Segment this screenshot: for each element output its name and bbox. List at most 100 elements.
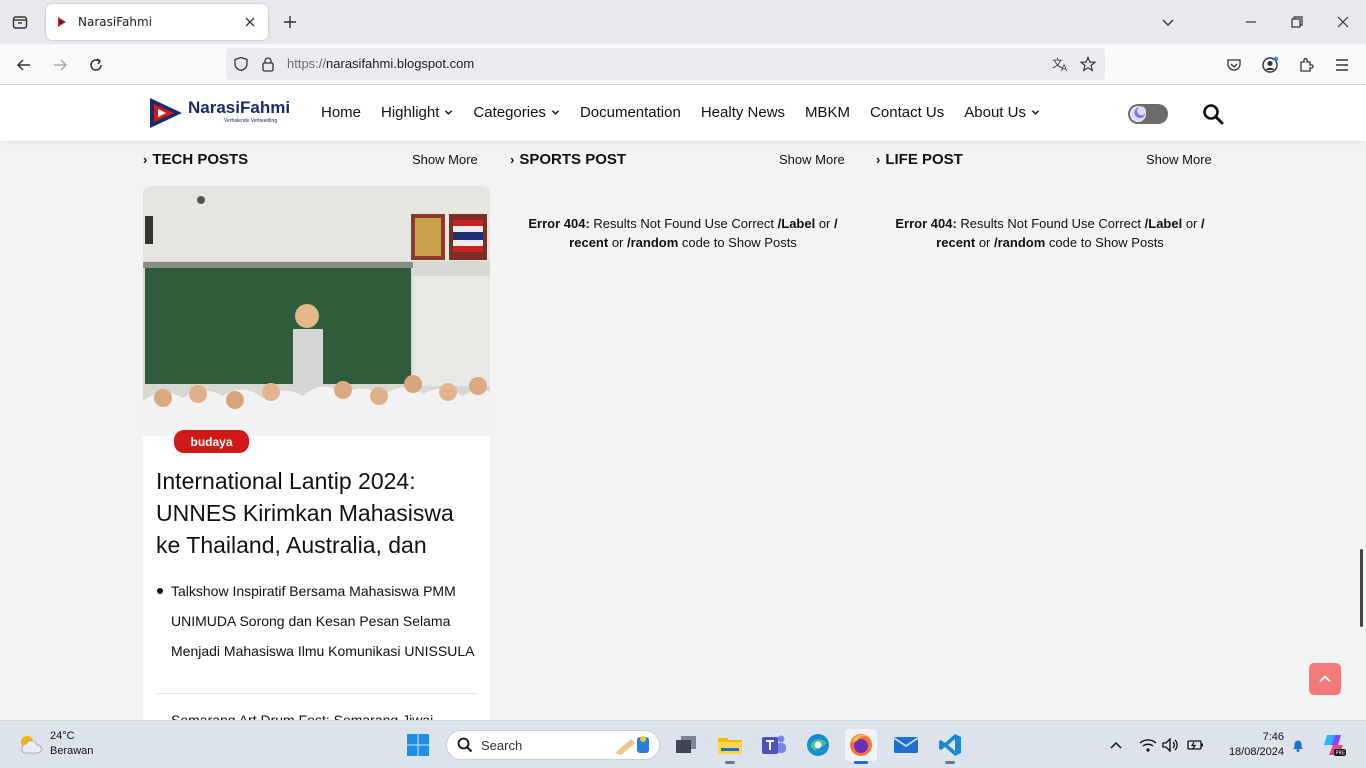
- translate-icon[interactable]: 文A: [1052, 55, 1070, 73]
- svg-text:A: A: [1061, 64, 1068, 72]
- clock-time: 7:46: [1262, 731, 1284, 743]
- show-hidden-icons[interactable]: [1106, 735, 1126, 755]
- volume-icon[interactable]: [1160, 735, 1180, 755]
- brand-name: NarasiFahmi: [188, 98, 291, 117]
- chevron-up-icon: [1319, 675, 1331, 683]
- new-tab-icon[interactable]: [280, 12, 300, 32]
- wifi-icon[interactable]: [1138, 735, 1158, 755]
- chevron-right-icon: ›: [876, 152, 881, 167]
- reload-icon[interactable]: [85, 54, 107, 76]
- section-title-tech: › TECH POSTS: [143, 151, 249, 168]
- windows-logo-icon: [407, 734, 429, 756]
- related-post-item[interactable]: Talkshow Inspiratif Bersama Mahasiswa PM…: [156, 576, 478, 666]
- notification-bell-icon[interactable]: [1288, 735, 1308, 755]
- menu-item-highlight[interactable]: Highlight: [381, 104, 453, 121]
- browser-nav-bar: https://narasifahmi.blogspot.com 文A: [0, 44, 1366, 85]
- account-icon[interactable]: [1259, 54, 1281, 76]
- chevron-down-icon: [1031, 110, 1040, 115]
- url-bar[interactable]: https://narasifahmi.blogspot.com 文A: [226, 48, 1105, 80]
- file-explorer-button[interactable]: [714, 729, 746, 764]
- start-button[interactable]: [402, 729, 434, 761]
- tracking-shield-icon[interactable]: [232, 55, 250, 73]
- task-view-icon: [676, 736, 696, 753]
- site-header: NarasiFahmi Verhalende Verbeelding Home …: [0, 85, 1366, 141]
- tab-title: NarasiFahmi: [78, 15, 152, 29]
- browser-tab-strip: NarasiFahmi: [0, 0, 1366, 44]
- partly-cloudy-icon: [21, 736, 42, 754]
- menu-item-about-us[interactable]: About Us: [964, 104, 1040, 121]
- show-more-life-link[interactable]: Show More: [1146, 152, 1212, 167]
- sports-error-message: Error 404: Results Not Found Use Correct…: [528, 216, 838, 250]
- post-thumbnail-image[interactable]: [143, 186, 490, 436]
- app-menu-icon[interactable]: [1331, 54, 1353, 76]
- mail-button[interactable]: [890, 729, 922, 761]
- close-window-icon[interactable]: [1333, 12, 1353, 32]
- task-view-button[interactable]: [670, 729, 702, 761]
- menu-item-contact-us[interactable]: Contact Us: [870, 104, 944, 121]
- post-title[interactable]: International Lantip 2024: UNNES Kirimka…: [156, 465, 478, 561]
- svg-text:PRE: PRE: [1336, 751, 1346, 757]
- edge-icon: [807, 734, 829, 756]
- url-text[interactable]: https://narasifahmi.blogspot.com: [287, 56, 474, 71]
- firefox-button[interactable]: [845, 729, 877, 764]
- main-menu: Home Highlight Categories Documentation …: [321, 104, 1060, 121]
- taskbar-search[interactable]: Search: [446, 730, 660, 760]
- vscode-icon: [939, 734, 961, 756]
- chevron-up-icon: [1110, 741, 1122, 749]
- logo-mark-icon: [150, 98, 182, 128]
- search-icon: [457, 737, 473, 753]
- windows-taskbar: 24°C Berawan Search 7:46 18/08/2024 PRE: [0, 720, 1366, 768]
- show-more-tech-link[interactable]: Show More: [412, 152, 478, 167]
- menu-item-categories[interactable]: Categories: [473, 104, 560, 121]
- weather-condition: Berawan: [50, 745, 94, 757]
- teams-button[interactable]: [758, 729, 790, 761]
- taskbar-search-label: Search: [481, 737, 523, 753]
- browser-tab[interactable]: NarasiFahmi: [46, 4, 268, 40]
- chevron-down-icon: [551, 110, 560, 115]
- search-highlight-icon: [615, 736, 649, 755]
- life-error-message: Error 404: Results Not Found Use Correct…: [895, 216, 1205, 250]
- mail-icon: [893, 737, 919, 753]
- chevron-right-icon: ›: [143, 152, 148, 167]
- battery-icon[interactable]: [1185, 735, 1205, 755]
- page-scrollbar[interactable]: [1360, 549, 1363, 627]
- tab-list-icon[interactable]: [8, 10, 32, 34]
- show-more-sports-link[interactable]: Show More: [779, 152, 845, 167]
- section-title-life: › LIFE POST: [876, 151, 963, 168]
- weather-widget[interactable]: 24°C Berawan: [16, 729, 93, 759]
- running-indicator: [945, 761, 955, 764]
- back-icon[interactable]: [13, 54, 35, 76]
- back-to-top-button[interactable]: [1309, 663, 1341, 695]
- site-favicon-icon: [58, 17, 66, 27]
- forward-icon[interactable]: [49, 54, 71, 76]
- site-logo[interactable]: NarasiFahmi Verhalende Verbeelding: [148, 96, 298, 130]
- restore-icon[interactable]: [1287, 12, 1307, 32]
- system-clock[interactable]: 7:46 18/08/2024: [1218, 730, 1284, 760]
- teams-icon: [762, 735, 786, 754]
- related-post-title[interactable]: Talkshow Inspiratif Bersama Mahasiswa PM…: [171, 576, 478, 666]
- extensions-icon[interactable]: [1295, 54, 1317, 76]
- tech-post-card: International Lantip 2024: UNNES Kirimka…: [143, 186, 490, 726]
- temperature: 24°C: [50, 730, 75, 742]
- edge-button[interactable]: [802, 729, 834, 761]
- menu-item-mbkm[interactable]: MBKM: [805, 104, 850, 121]
- menu-item-home[interactable]: Home: [321, 104, 361, 121]
- vscode-button[interactable]: [934, 729, 966, 764]
- lock-icon[interactable]: [259, 55, 277, 73]
- brand-tagline: Verhalende Verbeelding: [224, 118, 278, 124]
- running-indicator: [854, 761, 868, 764]
- close-tab-icon[interactable]: [242, 14, 258, 30]
- dark-mode-toggle[interactable]: [1128, 104, 1168, 124]
- chevron-right-icon: ›: [510, 152, 515, 167]
- list-all-tabs-icon[interactable]: [1158, 12, 1178, 32]
- pocket-icon[interactable]: [1223, 54, 1245, 76]
- minimize-icon[interactable]: [1241, 12, 1261, 32]
- bookmark-star-icon[interactable]: [1079, 55, 1097, 73]
- menu-item-documentation[interactable]: Documentation: [580, 104, 681, 121]
- category-badge[interactable]: budaya: [174, 430, 249, 453]
- site-search-icon[interactable]: [1202, 103, 1224, 125]
- copilot-icon[interactable]: PRE: [1320, 731, 1348, 759]
- clock-date: 18/08/2024: [1228, 746, 1284, 758]
- menu-item-healty-news[interactable]: Healty News: [701, 104, 785, 121]
- section-title-sports: › SPORTS POST: [510, 151, 627, 168]
